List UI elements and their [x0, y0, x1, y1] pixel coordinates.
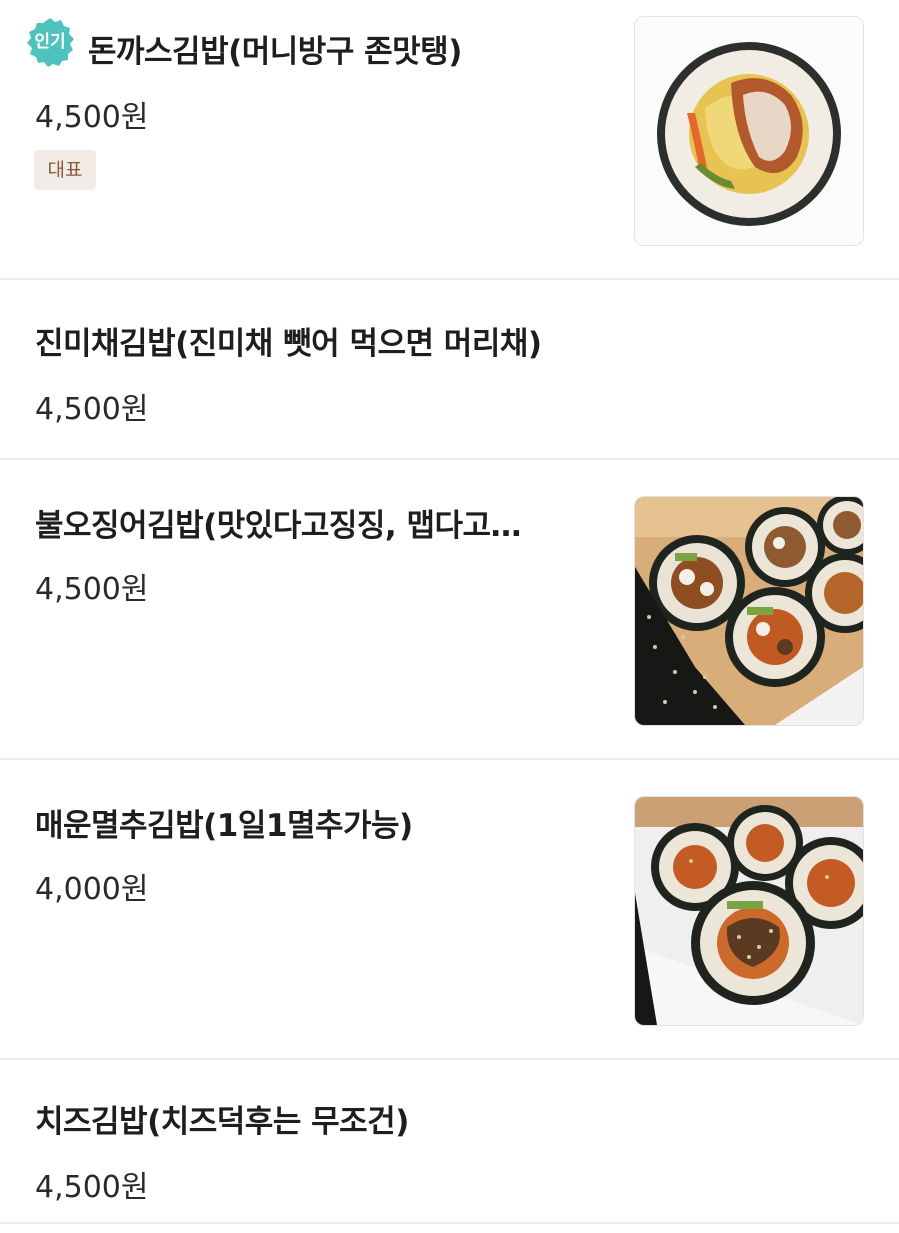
popular-badge-label: 인기	[34, 32, 66, 52]
menu-item-price: 4,000원	[35, 872, 149, 907]
menu-item-squid-kimbap[interactable]: 불오징어김밥(맛있다고징징, 맵다고… 4,500원	[0, 460, 899, 758]
cutlet-kimbap-image	[635, 17, 863, 245]
menu-item-jinmichae-kimbap[interactable]: 진미채김밥(진미채 뺏어 먹으면 머리채) 4,500원	[0, 280, 899, 458]
anchovy-kimbap-image	[635, 797, 863, 1025]
menu-item-price: 4,500원	[35, 1170, 149, 1205]
popular-badge: 인기	[24, 16, 76, 68]
menu-item-anchovy-kimbap[interactable]: 매운멸추김밥(1일1멸추가능) 4,000원	[0, 760, 899, 1058]
menu-item-cheese-kimbap[interactable]: 치즈김밥(치즈덕후는 무조건) 4,500원	[0, 1060, 899, 1222]
menu-item-price: 4,500원	[35, 100, 149, 135]
menu-item-price: 4,500원	[35, 572, 149, 607]
squid-kimbap-image	[635, 497, 863, 725]
menu-item-cutlet-kimbap[interactable]: 인기 돈까스김밥(머니방구 존맛탱) 4,500원 대표	[0, 0, 899, 278]
menu-item-price: 4,500원	[35, 392, 149, 427]
divider	[0, 1222, 899, 1224]
anchovy-kimbap-photo[interactable]	[634, 796, 864, 1026]
menu-item-name: 불오징어김밥(맛있다고징징, 맵다고…	[35, 508, 522, 544]
cutlet-kimbap-photo[interactable]	[634, 16, 864, 246]
squid-kimbap-photo[interactable]	[634, 496, 864, 726]
menu-item-name: 진미채김밥(진미채 뺏어 먹으면 머리채)	[35, 326, 542, 362]
signature-tag: 대표	[34, 150, 96, 190]
menu-item-name: 돈까스김밥(머니방구 존맛탱)	[88, 34, 462, 70]
menu-item-name: 매운멸추김밥(1일1멸추가능)	[35, 808, 413, 844]
menu-item-name: 치즈김밥(치즈덕후는 무조건)	[35, 1104, 409, 1140]
